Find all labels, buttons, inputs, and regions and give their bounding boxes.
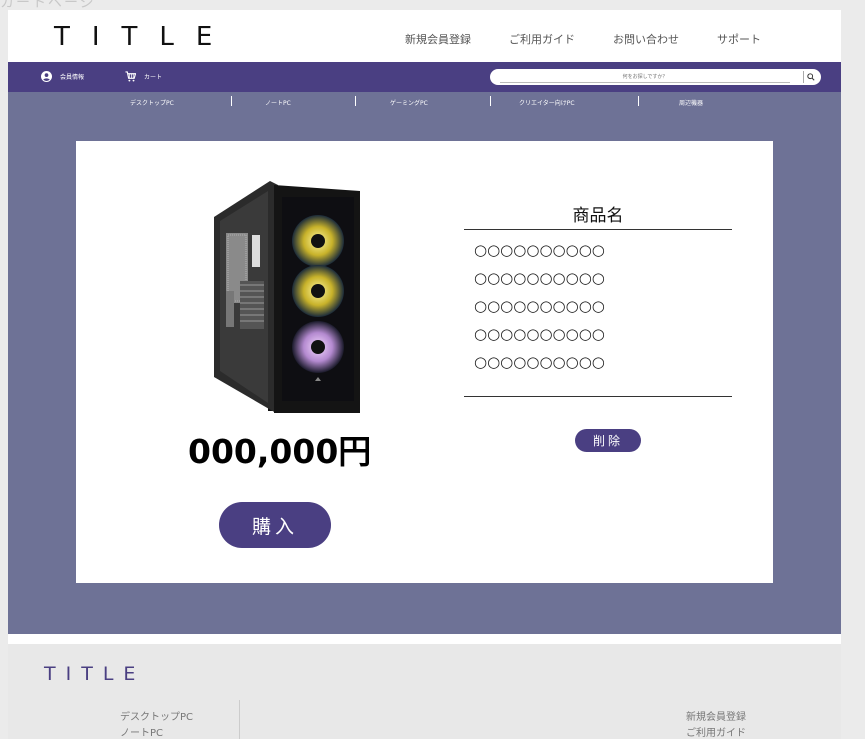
- footer-categories: デスクトップPC ノートPC: [120, 710, 193, 739]
- detail-line: ○○○○○○○○○○: [474, 241, 605, 259]
- category-divider: [355, 96, 356, 106]
- category-divider: [638, 96, 639, 106]
- product-image: [214, 181, 360, 413]
- category-gaming[interactable]: ゲーミングPC: [390, 98, 428, 106]
- product-price: 000,000円: [188, 432, 372, 471]
- detail-line: ○○○○○○○○○○: [474, 325, 605, 343]
- member-info-link[interactable]: 会員情報: [41, 71, 84, 82]
- category-desktop[interactable]: デスクトップPC: [130, 98, 174, 106]
- main-content: 000,000円 購入 商品名 ○○○○○○○○○○ ○○○○○○○○○○ ○○…: [8, 106, 841, 634]
- category-divider: [490, 96, 491, 106]
- footer-link-desktop[interactable]: デスクトップPC: [120, 710, 193, 726]
- member-info-label: 会員情報: [60, 74, 85, 81]
- user-icon: [41, 71, 52, 82]
- footer-link-register[interactable]: 新規会員登録: [686, 710, 746, 726]
- category-divider: [231, 96, 232, 106]
- cart-item-card: 000,000円 購入 商品名 ○○○○○○○○○○ ○○○○○○○○○○ ○○…: [76, 141, 773, 583]
- footer-links: 新規会員登録 ご利用ガイド: [686, 710, 746, 739]
- category-creator[interactable]: クリエイター向けPC: [519, 98, 575, 106]
- nav-contact-link[interactable]: お問い合わせ: [613, 31, 679, 47]
- delete-button[interactable]: 削除: [575, 429, 641, 452]
- category-peripherals[interactable]: 周辺機器: [679, 98, 703, 106]
- footer-link-notebook[interactable]: ノートPC: [120, 726, 193, 739]
- detail-line: ○○○○○○○○○○: [474, 269, 605, 287]
- search-input[interactable]: [500, 71, 790, 83]
- category-notebook[interactable]: ノートPC: [265, 98, 291, 106]
- search-button[interactable]: [803, 71, 817, 83]
- magnifier-icon: [806, 73, 815, 81]
- footer: TITLE デスクトップPC ノートPC 新規会員登録 ご利用ガイド: [8, 644, 841, 739]
- nav-guide-link[interactable]: ご利用ガイド: [509, 31, 575, 47]
- search-box: [490, 69, 821, 85]
- detail-line: ○○○○○○○○○○: [474, 353, 605, 371]
- footer-logo[interactable]: TITLE: [44, 663, 145, 685]
- cart-link[interactable]: カート: [125, 71, 162, 82]
- utility-bar: 会員情報 カート: [8, 62, 841, 92]
- header: TITLE 新規会員登録 ご利用ガイド お問い合わせ サポート: [8, 10, 841, 62]
- divider: [464, 396, 732, 397]
- buy-button[interactable]: 購入: [219, 502, 331, 548]
- product-details: ○○○○○○○○○○ ○○○○○○○○○○ ○○○○○○○○○○ ○○○○○○○…: [474, 239, 724, 379]
- nav-register-link[interactable]: 新規会員登録: [405, 31, 471, 47]
- separator-strip: [8, 634, 841, 644]
- product-name: 商品名: [572, 206, 624, 226]
- divider: [464, 229, 732, 230]
- category-bar: デスクトップPC ノートPC ゲーミングPC クリエイター向けPC 周辺機器: [8, 92, 841, 106]
- site-logo[interactable]: TITLE: [54, 22, 234, 52]
- nav-support-link[interactable]: サポート: [717, 31, 761, 47]
- footer-divider: [239, 700, 240, 739]
- footer-link-guide[interactable]: ご利用ガイド: [686, 726, 746, 739]
- detail-line: ○○○○○○○○○○: [474, 297, 605, 315]
- header-nav: 新規会員登録 ご利用ガイド お問い合わせ サポート: [405, 31, 799, 47]
- page-frame: TITLE 新規会員登録 ご利用ガイド お問い合わせ サポート 会員情報 カート…: [8, 10, 841, 739]
- cart-icon: [125, 71, 136, 82]
- cart-label: カート: [144, 74, 163, 81]
